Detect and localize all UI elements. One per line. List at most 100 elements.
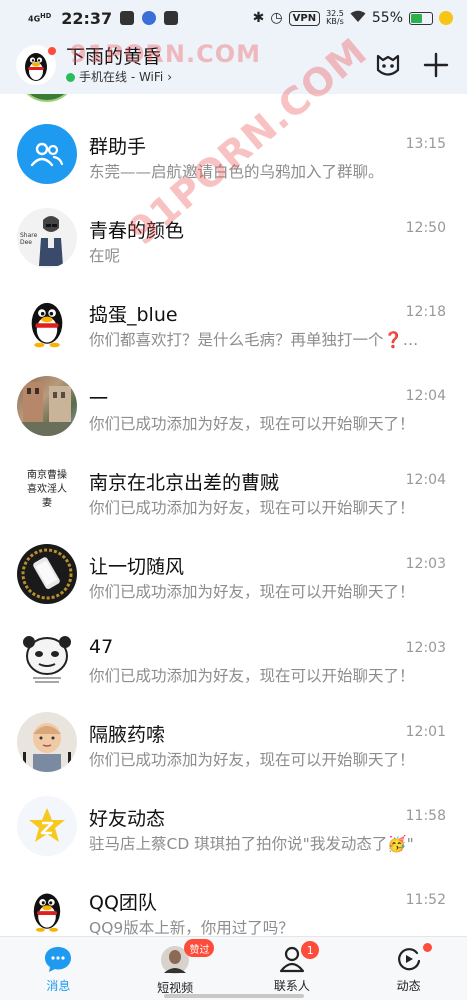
conversation-time: 12:50 [405,220,446,236]
conversation-row[interactable]: 捣蛋_blue 12:18 你们都喜欢打？是什么毛病？再单独打一个❓… [0,280,467,364]
contacts-badge: 1 [301,941,320,959]
conversation-row[interactable]: 南京曹操 喜欢淫人妻 南京在北京出差的曹贼 12:04 你们已成功添加为好友，现… [0,448,467,532]
tab-contacts[interactable]: 1 联系人 [234,937,351,1000]
penguin-avatar [17,292,77,352]
partial-avatar [17,94,77,102]
conversation-title: 47 [89,636,114,658]
conversation-row[interactable]: 让一切随风 12:03 你们已成功添加为好友，现在可以开始聊天了！ [0,532,467,616]
conversation-time: 12:03 [405,556,446,572]
avatar-text: 南京曹操 喜欢淫人妻 [27,470,67,509]
notification-icon [120,11,135,25]
moments-icon [397,948,420,971]
wifi-icon [350,10,366,27]
conversation-time: 12:04 [405,472,446,488]
conversation-time: 11:58 [405,808,446,824]
avatar-caption: Share Dee [20,232,38,246]
online-status-text: 手机在线 - WiFi [79,70,164,84]
online-indicator [66,72,75,82]
qq-team-avatar [17,880,77,936]
bluetooth-icon: ✱ [252,10,265,26]
chevron-right-icon: › [167,70,173,84]
conversation-title: 群助手 [89,136,147,158]
tab-label: 消息 [46,979,71,993]
conversation-preview: 你们已成功添加为好友，现在可以开始聊天了！ [89,667,415,685]
conversation-preview: 你们已成功添加为好友，现在可以开始聊天了！ [89,499,415,517]
app-header: 下雨的黄昏 手机在线 - WiFi › [0,36,467,94]
building-photo-icon [17,382,77,436]
charging-icon [439,11,453,25]
group-helper-avatar [17,124,77,184]
status-time: 22:37 [61,8,113,28]
sketch-avatar: Share Dee [17,208,77,268]
conversation-title: 隔腋药嗦 [89,724,166,746]
conversation-preview: 你们已成功添加为好友，现在可以开始聊天了！ [89,751,415,769]
group-helper-icon [30,142,64,167]
conversation-preview: 你们已成功添加为好友，现在可以开始聊天了！ [89,583,415,601]
conversation-preview: QQ9版本上新，你用过了吗？ [89,919,294,936]
gallery-notification-icon [164,11,179,25]
app-notification-icon [142,11,157,25]
conversation-preview: 在呢 [89,247,121,265]
conversation-row[interactable]: 隔腋药嗦 12:01 你们已成功添加为好友，现在可以开始聊天了！ [0,700,467,784]
moments-notification-dot [422,943,432,952]
street-photo-avatar [17,376,77,436]
battery-percent: 55% [371,10,403,26]
online-status[interactable]: 手机在线 - WiFi › [66,69,172,85]
profile-notification-dot [47,46,57,56]
conversation-preview: 驻马店上蔡CD 琪琪拍了拍你说"我发动态了🥳" [89,835,414,853]
network-speed: 32.5 KB/s [326,9,344,26]
home-indicator[interactable] [163,994,304,998]
conversation-preview: 东莞——启航邀请白色的乌鸦加入了群聊。 [89,163,384,181]
conversation-row[interactable]: Share Dee 青春的颜色 12:50 在呢 [0,196,467,280]
conversation-title: 一 [89,388,109,410]
conversation-time: 12:04 [405,388,446,404]
penguin-icon [31,302,63,348]
baby-photo-avatar [17,712,77,772]
conversation-time: 12:01 [405,724,446,740]
tab-messages[interactable]: 消息 [0,937,117,1000]
tab-moments[interactable]: 动态 [350,937,467,1000]
tab-label: 联系人 [273,979,310,993]
panda-meme-icon [23,636,71,683]
friend-moments-avatar [17,796,77,856]
conversation-preview: 你们都喜欢打？是什么毛病？再单独打一个❓… [89,331,419,349]
add-button[interactable] [421,50,451,80]
conversation-preview: 你们已成功添加为好友，现在可以开始聊天了！ [89,415,415,433]
conversation-time: 13:15 [405,136,446,152]
baby-photo-icon [23,723,71,772]
conversation-list[interactable]: 群助手 13:15 东莞——启航邀请白色的乌鸦加入了群聊。 Share Dee … [0,94,467,936]
meme-avatar [17,628,77,688]
conversation-row[interactable]: 好友动态 11:58 驻马店上蔡CD 琪琪拍了拍你说"我发动态了🥳" [0,784,467,868]
conversation-row[interactable]: 一 12:04 你们已成功添加为好友，现在可以开始聊天了！ [0,364,467,448]
conversation-row[interactable]: 群助手 13:15 东莞——启航邀请白色的乌鸦加入了群聊。 [0,112,467,196]
video-badge: 赞过 [184,939,215,957]
vpn-badge: VPN [288,10,321,26]
mascot-button[interactable] [373,50,403,80]
profile-name[interactable]: 下雨的黄昏 [66,45,172,69]
conversation-time: 12:18 [405,304,446,320]
conversation-title: 青春的颜色 [89,220,185,242]
conversation-title: 好友动态 [89,808,166,830]
conversation-title: 让一切随风 [89,556,185,578]
signal-icon: 4GHD [28,12,52,24]
text-avatar: 南京曹操 喜欢淫人妻 [17,460,77,520]
conversation-title: 南京在北京出差的曹贼 [89,472,280,494]
alarm-icon: ◷ [270,10,283,26]
star-icon [29,808,65,842]
conversation-row[interactable]: QQ团队 11:52 QQ9版本上新，你用过了吗？ [0,868,467,936]
tab-short-video[interactable]: 赞过 短视频 [117,937,234,1000]
tab-label: 动态 [396,979,421,993]
bottom-navigation: 消息 赞过 短视频 1 联系人 动态 [0,936,467,1000]
phone-photo-avatar [17,544,77,604]
conversation-row[interactable]: 47 12:03 你们已成功添加为好友，现在可以开始聊天了！ [0,616,467,700]
conversation-title: 捣蛋_blue [89,304,178,326]
conversation-title: QQ团队 [89,892,157,914]
qq-messages-screen: 4GHD 22:37 ✱ ◷ VPN 32.5 KB/s 55% 下雨的黄昏 手… [0,0,467,1000]
mascot-icon [376,54,400,76]
plus-icon [423,52,449,78]
conversation-time: 12:03 [405,640,446,656]
phone-photo-icon [21,548,73,600]
profile-avatar[interactable] [16,45,57,85]
battery-icon [409,11,433,25]
status-bar: 4GHD 22:37 ✱ ◷ VPN 32.5 KB/s 55% [0,0,467,36]
